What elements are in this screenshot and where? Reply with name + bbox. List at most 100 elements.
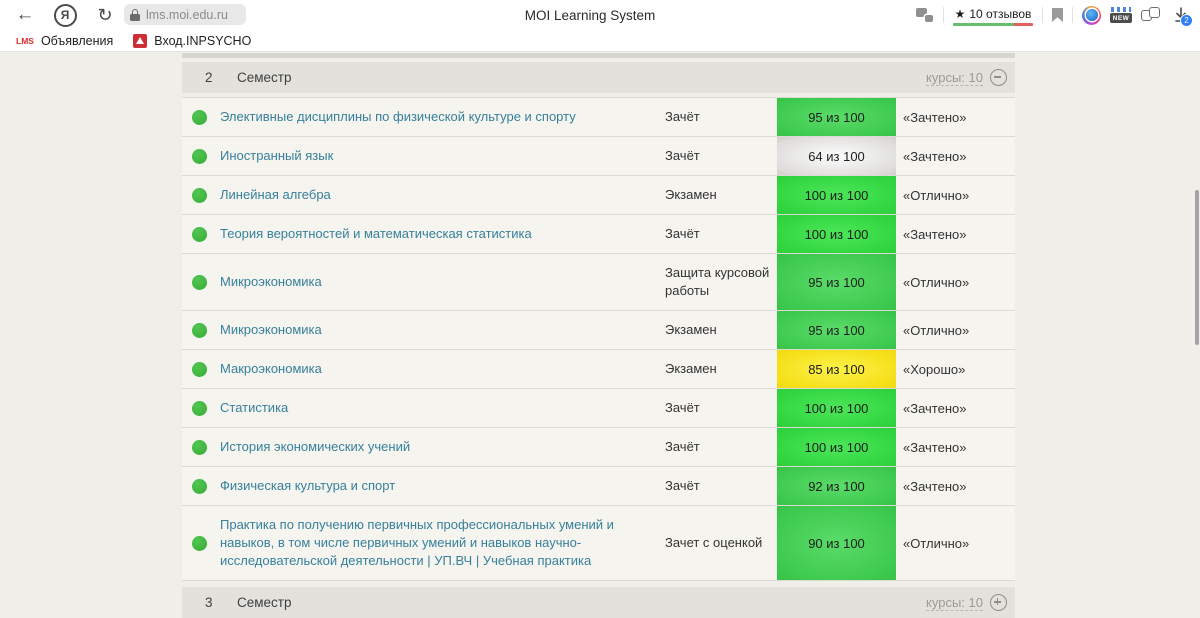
assessment-type: Зачёт — [665, 400, 700, 415]
course-status-dot-icon — [192, 322, 207, 338]
expand-icon[interactable] — [990, 594, 1007, 611]
score-badge: 100 из 100 — [777, 176, 896, 214]
semester-2-header[interactable]: 2 Семестр курсы: 10 — [182, 62, 1015, 93]
courses-count-link[interactable]: курсы: 10 — [926, 70, 983, 86]
grade-label: «Отлично» — [903, 535, 970, 551]
course-link[interactable]: Физическая культура и спорт — [220, 467, 665, 505]
collapse-icon[interactable] — [990, 69, 1007, 86]
grades-table: 2 Семестр курсы: 10 Элективные дисциплин… — [182, 52, 1015, 618]
score-badge: 100 из 100 — [777, 389, 896, 427]
course-link[interactable]: Статистика — [220, 389, 665, 427]
bookmark-label: Вход.INPSYCHO — [154, 33, 252, 48]
course-status-dot-icon — [192, 478, 207, 494]
score-badge: 95 из 100 — [777, 254, 896, 310]
assessment-type: Экзамен — [665, 361, 717, 376]
assessment-type: Зачет с оценкой — [665, 535, 763, 550]
course-link[interactable]: Микроэкономика — [220, 311, 665, 349]
assessment-type: Зачёт — [665, 226, 700, 241]
course-link[interactable]: Элективные дисциплины по физической куль… — [220, 98, 665, 136]
course-link[interactable]: Практика по получению первичных професси… — [220, 506, 665, 580]
site-rating-button[interactable]: ★ 10 отзывов — [953, 4, 1033, 26]
dot-cell — [182, 148, 220, 164]
table-row: Практика по получению первичных професси… — [182, 506, 1015, 581]
grade-label: «Отлично» — [903, 322, 970, 338]
page-title: MOI Learning System — [524, 7, 656, 23]
lms-favicon: LMS — [16, 35, 34, 46]
back-button[interactable]: ← — [8, 2, 42, 28]
course-link[interactable]: История экономических учений — [220, 428, 665, 466]
course-link[interactable]: Микроэкономика — [220, 263, 665, 301]
course-status-dot-icon — [192, 439, 207, 455]
semester-title: Семестр — [237, 595, 292, 610]
score-badge: 95 из 100 — [777, 98, 896, 136]
toolbar-right-icons: ★ 10 отзывов NEW 2 — [916, 0, 1200, 30]
bookmark-inpsycho-login[interactable]: Вход.INPSYCHO — [129, 32, 255, 50]
previous-section-edge — [182, 53, 1015, 58]
downloads-button[interactable]: 2 — [1170, 5, 1193, 27]
dot-cell — [182, 400, 220, 416]
course-status-dot-icon — [192, 187, 207, 203]
grade-label: «Зачтено» — [903, 400, 967, 416]
course-link[interactable]: Теория вероятностей и математическая ста… — [220, 215, 665, 253]
grade-label: «Зачтено» — [903, 109, 967, 125]
table-row: Микроэкономика Экзамен 95 из 100 «Отличн… — [182, 311, 1015, 350]
assessment-type: Защита курсовой работы — [665, 265, 770, 298]
grade-label: «Отлично» — [903, 187, 970, 203]
inpsycho-favicon — [133, 33, 148, 48]
reviews-count-label: 10 отзывов — [969, 7, 1032, 21]
table-row: Теория вероятностей и математическая ста… — [182, 215, 1015, 254]
courses-count-link[interactable]: курсы: 10 — [926, 595, 983, 611]
assessment-type: Зачёт — [665, 478, 700, 493]
yandex-home-button[interactable]: Я — [48, 2, 82, 28]
grades-table-body: Элективные дисциплины по физической куль… — [182, 97, 1015, 581]
course-status-dot-icon — [192, 361, 207, 377]
new-icon-crown — [1111, 7, 1131, 12]
reload-button[interactable]: ↻ — [88, 2, 122, 28]
grade-label: «Зачтено» — [903, 439, 967, 455]
semester-3-header[interactable]: 3 Семестр курсы: 10 — [182, 587, 1015, 618]
dot-cell — [182, 109, 220, 125]
dot-cell — [182, 226, 220, 242]
bookmark-flag-icon[interactable] — [1052, 8, 1063, 22]
course-link[interactable]: Иностранный язык — [220, 137, 665, 175]
assessment-type: Зачёт — [665, 148, 700, 163]
new-extension-icon[interactable]: NEW — [1110, 7, 1132, 23]
dot-cell — [182, 478, 220, 494]
vertical-scrollbar-thumb[interactable] — [1195, 190, 1199, 345]
course-link[interactable]: Линейная алгебра — [220, 176, 665, 214]
table-row: Статистика Зачёт 100 из 100 «Зачтено» — [182, 389, 1015, 428]
feedback-bubbles-icon[interactable] — [916, 8, 934, 22]
bookmark-announcements[interactable]: LMS Объявления — [12, 32, 117, 50]
score-badge: 95 из 100 — [777, 311, 896, 349]
score-badge: 100 из 100 — [777, 428, 896, 466]
assessment-type: Зачёт — [665, 109, 700, 124]
assessment-type: Зачёт — [665, 439, 700, 454]
score-badge: 64 из 100 — [777, 137, 896, 175]
separator — [1042, 7, 1043, 23]
assessment-type: Экзамен — [665, 322, 717, 337]
lms-page: 2 Семестр курсы: 10 Элективные дисциплин… — [0, 52, 1200, 618]
lock-icon — [130, 8, 140, 21]
course-link[interactable]: Макроэкономика — [220, 350, 665, 388]
address-bar[interactable]: lms.moi.edu.ru — [124, 4, 246, 25]
course-status-dot-icon — [192, 148, 207, 164]
course-status-dot-icon — [192, 109, 207, 125]
table-row: Микроэкономика Защита курсовой работы 95… — [182, 254, 1015, 311]
browser-toolbar: ← Я ↻ lms.moi.edu.ru MOI Learning System… — [0, 0, 1200, 30]
star-icon: ★ — [954, 7, 966, 21]
yandex-logo-icon: Я — [53, 3, 77, 27]
bookmarks-bar: LMS Объявления Вход.INPSYCHO — [0, 30, 1200, 52]
rating-bar-negative — [1013, 23, 1033, 26]
course-status-dot-icon — [192, 226, 207, 242]
score-badge: 100 из 100 — [777, 215, 896, 253]
download-count-badge: 2 — [1180, 14, 1193, 27]
table-row: Элективные дисциплины по физической куль… — [182, 97, 1015, 137]
assessment-type: Экзамен — [665, 187, 717, 202]
collections-icon[interactable] — [1141, 7, 1161, 23]
extension-circle-icon[interactable] — [1082, 5, 1101, 25]
score-badge: 90 из 100 — [777, 506, 896, 580]
table-row: Иностранный язык Зачёт 64 из 100 «Зачтен… — [182, 137, 1015, 176]
separator — [943, 7, 944, 23]
grade-label: «Отлично» — [903, 274, 970, 290]
grade-label: «Зачтено» — [903, 148, 967, 164]
